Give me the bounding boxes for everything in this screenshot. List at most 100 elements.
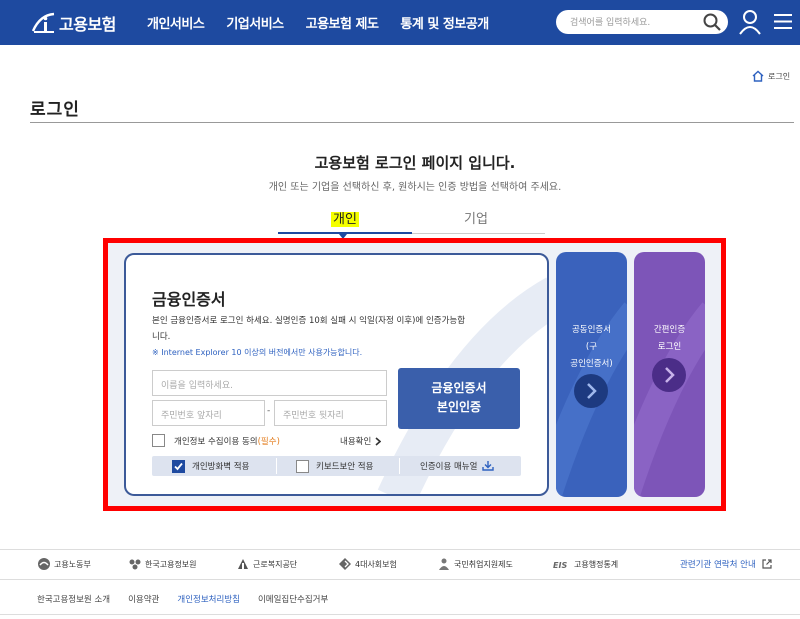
contact-label: 관련기관 연락처 안내: [680, 560, 756, 570]
financial-cert-card: 금융인증서 본인 금융인증서로 로그인 하세요. 실명인증 10회 실패 시 익…: [124, 253, 549, 496]
consent-required: (필수): [257, 437, 280, 447]
tab-underline: [412, 233, 545, 234]
comwel-logo-icon: [238, 559, 248, 569]
org-link-4insure[interactable]: 4대사회보험: [338, 556, 397, 572]
hamburger-menu-icon[interactable]: [774, 13, 792, 30]
page-title: 로그인: [30, 100, 80, 120]
insurance-logo-icon: [339, 558, 351, 570]
joint-cert-card[interactable]: 공동인증서 (구 공인인증서): [556, 252, 627, 497]
footer-links: 한국고용정보원 소개 이용약관 개인정보처리방침 이메일집단수집거부: [37, 593, 346, 605]
org-link-kua[interactable]: 국민취업지원제도: [437, 556, 513, 572]
org-link-eis[interactable]: EIS 고용행정통계: [553, 556, 618, 572]
firewall-option[interactable]: 개인방화벽 적용: [172, 456, 249, 476]
simple-auth-label-line1: 간편인증: [653, 325, 686, 335]
rrn-dash: -: [267, 406, 271, 416]
login-heading: 고용보험 로그인 페이지 입니다.: [314, 154, 516, 172]
org-label: 4대사회보험: [355, 559, 397, 569]
contact-info-link[interactable]: 관련기관 연락처 안내: [680, 558, 772, 570]
footer-link-about[interactable]: 한국고용정보원 소개: [37, 593, 110, 605]
tab-individual-label: 개인: [331, 212, 359, 227]
rrn-front-input[interactable]: 주민번호 앞자리: [152, 400, 265, 426]
tab-business[interactable]: 기업: [464, 208, 488, 227]
chevron-right-icon: [375, 436, 382, 446]
search-icon[interactable]: [702, 12, 722, 32]
search-placeholder: 검색어를 입력하세요.: [570, 18, 651, 28]
org-link-moel[interactable]: 고용노동부: [37, 556, 91, 572]
footer-link-privacy[interactable]: 개인정보처리방침: [177, 593, 240, 605]
security-options-bar: 개인방화벽 적용 키보드보안 적용 인증이용 매뉴얼: [152, 456, 521, 476]
org-label: 국민취업지원제도: [454, 559, 513, 569]
login-subheading: 개인 또는 기업을 선택하신 후, 원하시는 인증 방법을 선택하여 주세요.: [268, 182, 562, 193]
footer-divider: [0, 614, 800, 615]
login-button-line1: 금융인증서: [431, 381, 487, 395]
name-input[interactable]: 이름을 입력하세요.: [152, 370, 387, 396]
org-label: 근로복지공단: [253, 559, 298, 569]
svg-text:EIS: EIS: [553, 561, 567, 570]
joint-cert-label-line3: 공인인증서): [570, 359, 613, 369]
nav-item-business[interactable]: 기업서비스: [226, 13, 284, 32]
login-button-line2: 본인인증: [436, 400, 482, 414]
moel-logo-icon: [38, 558, 50, 570]
joint-cert-arrow-button[interactable]: [574, 374, 608, 408]
firewall-checkbox[interactable]: [172, 459, 185, 473]
logo-text: 고용보험: [59, 15, 116, 34]
employment-support-logo-icon: [439, 558, 449, 570]
chevron-right-icon: [587, 383, 597, 399]
manual-download-link[interactable]: 인증이용 매뉴얼: [420, 456, 495, 476]
title-divider: [30, 122, 794, 123]
option-divider: [276, 458, 277, 474]
keyboard-security-checkbox[interactable]: [296, 459, 309, 473]
financial-cert-desc: 본인 금융인증서로 로그인 하세요. 실명인증 10회 실패 시 익일(자정 이…: [152, 316, 466, 342]
site-header: 고용보험 개인서비스 기업서비스 고용보험 제도 통계 및 정보공개 검색어를 …: [0, 0, 800, 45]
nav-item-insurance-system[interactable]: 고용보험 제도: [306, 13, 379, 32]
breadcrumb[interactable]: 로그인: [752, 70, 790, 82]
org-link-keis[interactable]: 한국고용정보원: [128, 556, 197, 572]
manual-label: 인증이용 매뉴얼: [420, 462, 478, 472]
org-label: 고용노동부: [54, 559, 91, 569]
user-icon[interactable]: [738, 9, 762, 35]
rrn-back-input[interactable]: 주민번호 뒷자리: [274, 400, 387, 426]
keis-logo-icon: [129, 559, 141, 570]
joint-cert-label-line2: (구: [585, 342, 598, 352]
joint-cert-label-line1: 공동인증서: [571, 325, 612, 335]
tab-individual[interactable]: 개인: [331, 208, 359, 227]
keyboard-security-option[interactable]: 키보드보안 적용: [296, 456, 373, 476]
joint-cert-label: 공동인증서 (구 공인인증서): [556, 322, 627, 373]
org-label: 고용행정통계: [574, 559, 619, 569]
consent-checkbox[interactable]: [152, 434, 165, 447]
org-label: 한국고용정보원: [145, 559, 197, 569]
logo-mark-icon: [31, 12, 55, 33]
consent-text: 개인정보 수집이용 동의: [174, 437, 258, 447]
simple-auth-label: 간편인증 로그인: [634, 322, 705, 356]
name-placeholder: 이름을 입력하세요.: [161, 381, 233, 391]
site-logo[interactable]: 고용보험: [30, 10, 116, 36]
footer-link-terms[interactable]: 이용약관: [128, 593, 159, 605]
search-input[interactable]: 검색어를 입력하세요.: [556, 10, 728, 34]
check-icon: [174, 462, 183, 470]
financial-cert-login-button[interactable]: 금융인증서 본인인증: [398, 368, 520, 429]
browser-note: ※ Internet Explorer 10 이상의 버전에서만 사용가능합니다…: [152, 348, 363, 357]
firewall-label: 개인방화벽 적용: [192, 462, 250, 472]
consent-label: 개인정보 수집이용 동의(필수): [174, 435, 280, 447]
org-link-comwel[interactable]: 근로복지공단: [236, 556, 297, 572]
simple-auth-arrow-button[interactable]: [652, 358, 686, 392]
simple-auth-card[interactable]: 간편인증 로그인: [634, 252, 705, 497]
consent-view-label: 내용확인: [340, 437, 372, 447]
footer-link-email-refusal[interactable]: 이메일집단수집거부: [258, 593, 328, 605]
financial-cert-title: 금융인증서: [152, 290, 226, 309]
footer-divider: [0, 549, 800, 550]
nav-item-individual[interactable]: 개인서비스: [147, 13, 205, 32]
breadcrumb-current: 로그인: [768, 71, 791, 81]
main-nav: 개인서비스 기업서비스 고용보험 제도 통계 및 정보공개: [147, 13, 511, 32]
consent-view-link[interactable]: 내용확인: [340, 435, 382, 447]
chevron-right-icon: [665, 367, 675, 383]
keyboard-security-label: 키보드보안 적용: [316, 462, 374, 472]
footer-divider: [0, 579, 800, 580]
option-divider: [399, 458, 400, 474]
rrn-back-placeholder: 주민번호 뒷자리: [283, 411, 344, 421]
simple-auth-label-line2: 로그인: [657, 342, 682, 352]
home-icon: [752, 70, 764, 82]
download-icon: [482, 461, 495, 471]
eis-logo-icon: EIS: [553, 561, 567, 570]
nav-item-statistics[interactable]: 통계 및 정보공개: [400, 13, 489, 32]
